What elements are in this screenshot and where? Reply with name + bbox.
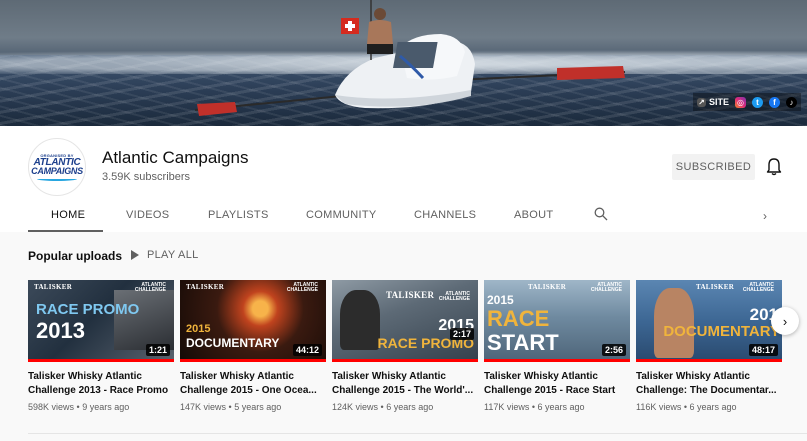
- video-duration: 1:21: [145, 344, 170, 356]
- watched-progress-bar: [332, 359, 478, 362]
- thumb-brand: TALISKER: [528, 283, 567, 291]
- channel-tabs: HOME VIDEOS PLAYLISTS COMMUNITY CHANNELS…: [0, 200, 807, 232]
- thumb-brand-sub: ATLANTIC CHALLENGE: [590, 282, 622, 293]
- video-thumbnail[interactable]: TALISKER ATLANTIC CHALLENGE 2015 DOCUMEN…: [180, 280, 326, 362]
- thumb-headline: DOCUMENTARY: [186, 336, 280, 350]
- thumb-headline: DOCUMENTARY: [663, 323, 780, 340]
- thumb-year: 2015: [186, 323, 211, 335]
- watched-progress-bar: [28, 359, 174, 362]
- view-count: 117K views: [484, 402, 530, 412]
- video-card[interactable]: TALISKER ATLANTIC CHALLENGE 201 DOCUMENT…: [636, 280, 782, 412]
- channel-header: ORGANISED BY ATLANTIC CAMPAIGNS Atlantic…: [0, 126, 807, 232]
- section-title: Popular uploads: [28, 249, 123, 263]
- subscriber-count: 3.59K subscribers: [102, 171, 191, 183]
- video-title[interactable]: Talisker Whisky Atlantic Challenge 2015 …: [332, 370, 478, 398]
- avatar-swoosh: [37, 177, 77, 181]
- thumb-year: 2013: [36, 318, 85, 343]
- thumb-headline: RACE: [487, 306, 550, 331]
- upload-age: 5 years ago: [234, 402, 282, 412]
- thumb-brand: TALISKER: [34, 283, 73, 291]
- video-meta: 117K views • 6 years ago: [484, 402, 585, 412]
- thumb-boat-shape: [114, 290, 174, 350]
- view-count: 116K views: [636, 402, 682, 412]
- view-count: 598K views: [28, 402, 75, 412]
- upload-age: 6 years ago: [689, 402, 737, 412]
- watched-progress-bar: [180, 359, 326, 362]
- tab-videos[interactable]: VIDEOS: [126, 209, 169, 221]
- video-meta: 598K views • 9 years ago: [28, 402, 130, 412]
- thumb-brand: TALISKER: [186, 283, 225, 291]
- video-thumbnail[interactable]: TALISKER ATLANTIC CHALLENGE 201 DOCUMENT…: [636, 280, 782, 362]
- tab-playlists[interactable]: PLAYLISTS: [208, 209, 269, 221]
- video-duration: 48:17: [748, 344, 778, 356]
- video-meta: 116K views • 6 years ago: [636, 402, 737, 412]
- video-duration: 2:17: [449, 328, 474, 340]
- watched-progress-bar: [636, 359, 782, 362]
- channel-avatar[interactable]: ORGANISED BY ATLANTIC CAMPAIGNS: [28, 138, 86, 196]
- video-thumbnail[interactable]: TALISKER ATLANTIC CHALLENGE 2015 RACE ST…: [484, 280, 630, 362]
- video-card[interactable]: TALISKER ATLANTIC CHALLENGE 2015 DOCUMEN…: [180, 280, 326, 412]
- banner-links: ↗ SITE ◎ t f ♪: [692, 93, 801, 111]
- video-title[interactable]: Talisker Whisky Atlantic Challenge 2015 …: [180, 370, 326, 398]
- notification-bell-icon[interactable]: [766, 158, 782, 176]
- video-title[interactable]: Talisker Whisky Atlantic Challenge 2015 …: [484, 370, 630, 398]
- section-divider: [28, 433, 807, 434]
- tiktok-icon[interactable]: ♪: [786, 96, 797, 108]
- thumb-brand: TALISKER: [386, 290, 435, 300]
- subscribed-button[interactable]: SUBSCRIBED: [672, 154, 755, 180]
- tab-home[interactable]: HOME: [51, 209, 85, 221]
- play-icon: [131, 250, 139, 260]
- tabs-scroll-right-icon[interactable]: ›: [763, 209, 767, 223]
- thumb-brand: TALISKER: [696, 283, 735, 291]
- video-duration: 2:56: [601, 344, 626, 356]
- thumb-brand-sub: ATLANTIC CHALLENGE: [134, 282, 166, 293]
- active-tab-indicator: [28, 230, 103, 232]
- watched-progress-bar: [484, 359, 630, 362]
- video-meta: 124K views • 6 years ago: [332, 402, 434, 412]
- rowing-boat-image: [195, 0, 626, 116]
- twitter-icon[interactable]: t: [752, 96, 763, 108]
- video-thumbnail[interactable]: TALISKER ATLANTIC CHALLENGE RACE PROMO 2…: [28, 280, 174, 362]
- instagram-icon[interactable]: ◎: [735, 96, 746, 108]
- thumb-brand-sub: ATLANTIC CHALLENGE: [438, 291, 470, 302]
- view-count: 147K views: [180, 402, 227, 412]
- video-card[interactable]: TALISKER ATLANTIC CHALLENGE 2015 RACE ST…: [484, 280, 630, 412]
- channel-name: Atlantic Campaigns: [102, 148, 249, 167]
- video-card[interactable]: TALISKER ATLANTIC CHALLENGE 2015 RACE PR…: [332, 280, 478, 412]
- thumb-year: 2015: [487, 293, 514, 307]
- video-card[interactable]: TALISKER ATLANTIC CHALLENGE RACE PROMO 2…: [28, 280, 174, 412]
- video-thumbnail[interactable]: TALISKER ATLANTIC CHALLENGE 2015 RACE PR…: [332, 280, 478, 362]
- thumb-brand-sub: ATLANTIC CHALLENGE: [286, 282, 318, 293]
- upload-age: 6 years ago: [386, 402, 434, 412]
- tab-about[interactable]: ABOUT: [514, 209, 553, 221]
- play-all-label: PLAY ALL: [147, 249, 199, 261]
- carousel-next-button[interactable]: ›: [771, 307, 799, 335]
- video-title[interactable]: Talisker Whisky Atlantic Challenge: The …: [636, 370, 782, 398]
- thumb-rower-shape: [340, 290, 380, 350]
- thumb-brand-sub: ATLANTIC CHALLENGE: [742, 282, 774, 293]
- view-count: 124K views: [332, 402, 379, 412]
- video-duration: 44:12: [292, 344, 322, 356]
- avatar-campaigns: CAMPAIGNS: [31, 166, 83, 176]
- chevron-right-icon: ›: [782, 313, 788, 329]
- tab-channels[interactable]: CHANNELS: [414, 209, 476, 221]
- video-meta: 147K views • 5 years ago: [180, 402, 282, 412]
- play-all-button[interactable]: PLAY ALL: [131, 249, 199, 261]
- site-link[interactable]: ↗ SITE: [696, 97, 729, 107]
- thumb-headline: RACE PROMO: [36, 301, 140, 318]
- upload-age: 6 years ago: [537, 402, 585, 412]
- tab-community[interactable]: COMMUNITY: [306, 209, 377, 221]
- search-icon[interactable]: [594, 207, 608, 221]
- video-title[interactable]: Talisker Whisky Atlantic Challenge 2013 …: [28, 370, 174, 398]
- thumb-headline-2: START: [487, 330, 559, 355]
- channel-banner: ↗ SITE ◎ t f ♪: [0, 0, 807, 126]
- link-icon: ↗: [696, 97, 706, 107]
- upload-age: 9 years ago: [82, 402, 130, 412]
- facebook-icon[interactable]: f: [769, 96, 780, 108]
